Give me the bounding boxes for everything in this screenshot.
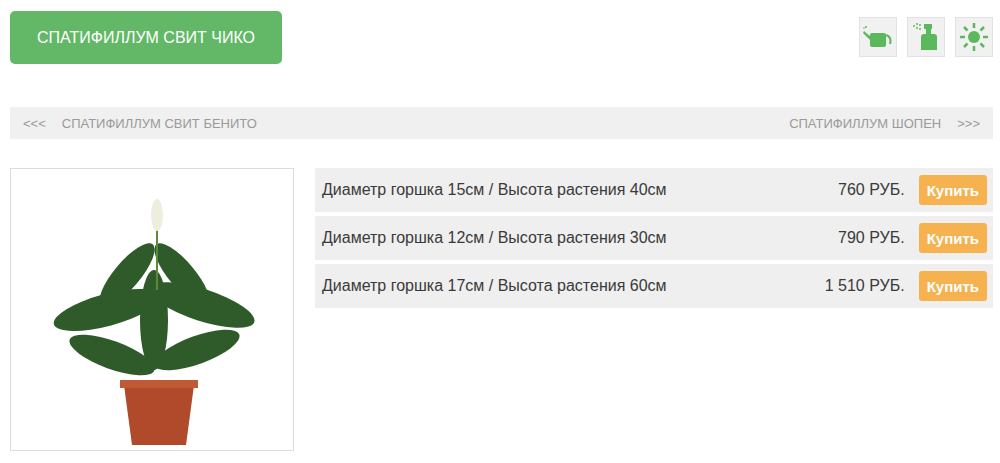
variant-label: Диаметр горшка 12см / Высота растения 30…	[322, 229, 824, 247]
buy-button[interactable]: Купить	[919, 271, 987, 301]
variant-price: 760 РУБ.	[838, 181, 905, 199]
variant-list: Диаметр горшка 15см / Высота растения 40…	[315, 168, 993, 451]
buy-button[interactable]: Купить	[919, 223, 987, 253]
variant-row: Диаметр горшка 12см / Высота растения 30…	[315, 216, 993, 260]
sun-icon	[955, 17, 993, 57]
header: СПАТИФИЛЛУМ СВИТ ЧИКО	[10, 11, 993, 64]
watering-icon	[859, 17, 897, 57]
variant-row: Диаметр горшка 17см / Высота растения 60…	[315, 264, 993, 308]
care-icons	[859, 17, 993, 57]
product-photo	[10, 168, 294, 451]
variant-price: 1 510 РУБ.	[825, 277, 905, 295]
prev-link[interactable]: <<<СПАТИФИЛЛУМ СВИТ БЕНИТО	[23, 116, 257, 131]
variant-label: Диаметр горшка 17см / Высота растения 60…	[322, 277, 811, 295]
spray-bottle-icon	[907, 17, 945, 57]
product-content: Диаметр горшка 15см / Высота растения 40…	[10, 168, 993, 451]
product-page: СПАТИФИЛЛУМ СВИТ ЧИКО <<<СПАТИФИЛЛУМ СВИТ…	[0, 0, 1000, 451]
next-link[interactable]: СПАТИФИЛЛУМ ШОПЕН>>>	[789, 116, 980, 131]
variant-row: Диаметр горшка 15см / Высота растения 40…	[315, 168, 993, 212]
product-title: СПАТИФИЛЛУМ СВИТ ЧИКО	[10, 11, 282, 64]
product-nav: <<<СПАТИФИЛЛУМ СВИТ БЕНИТО СПАТИФИЛЛУМ ШО…	[10, 107, 993, 139]
variant-label: Диаметр горшка 15см / Высота растения 40…	[322, 181, 824, 199]
variant-price: 790 РУБ.	[838, 229, 905, 247]
buy-button[interactable]: Купить	[919, 175, 987, 205]
